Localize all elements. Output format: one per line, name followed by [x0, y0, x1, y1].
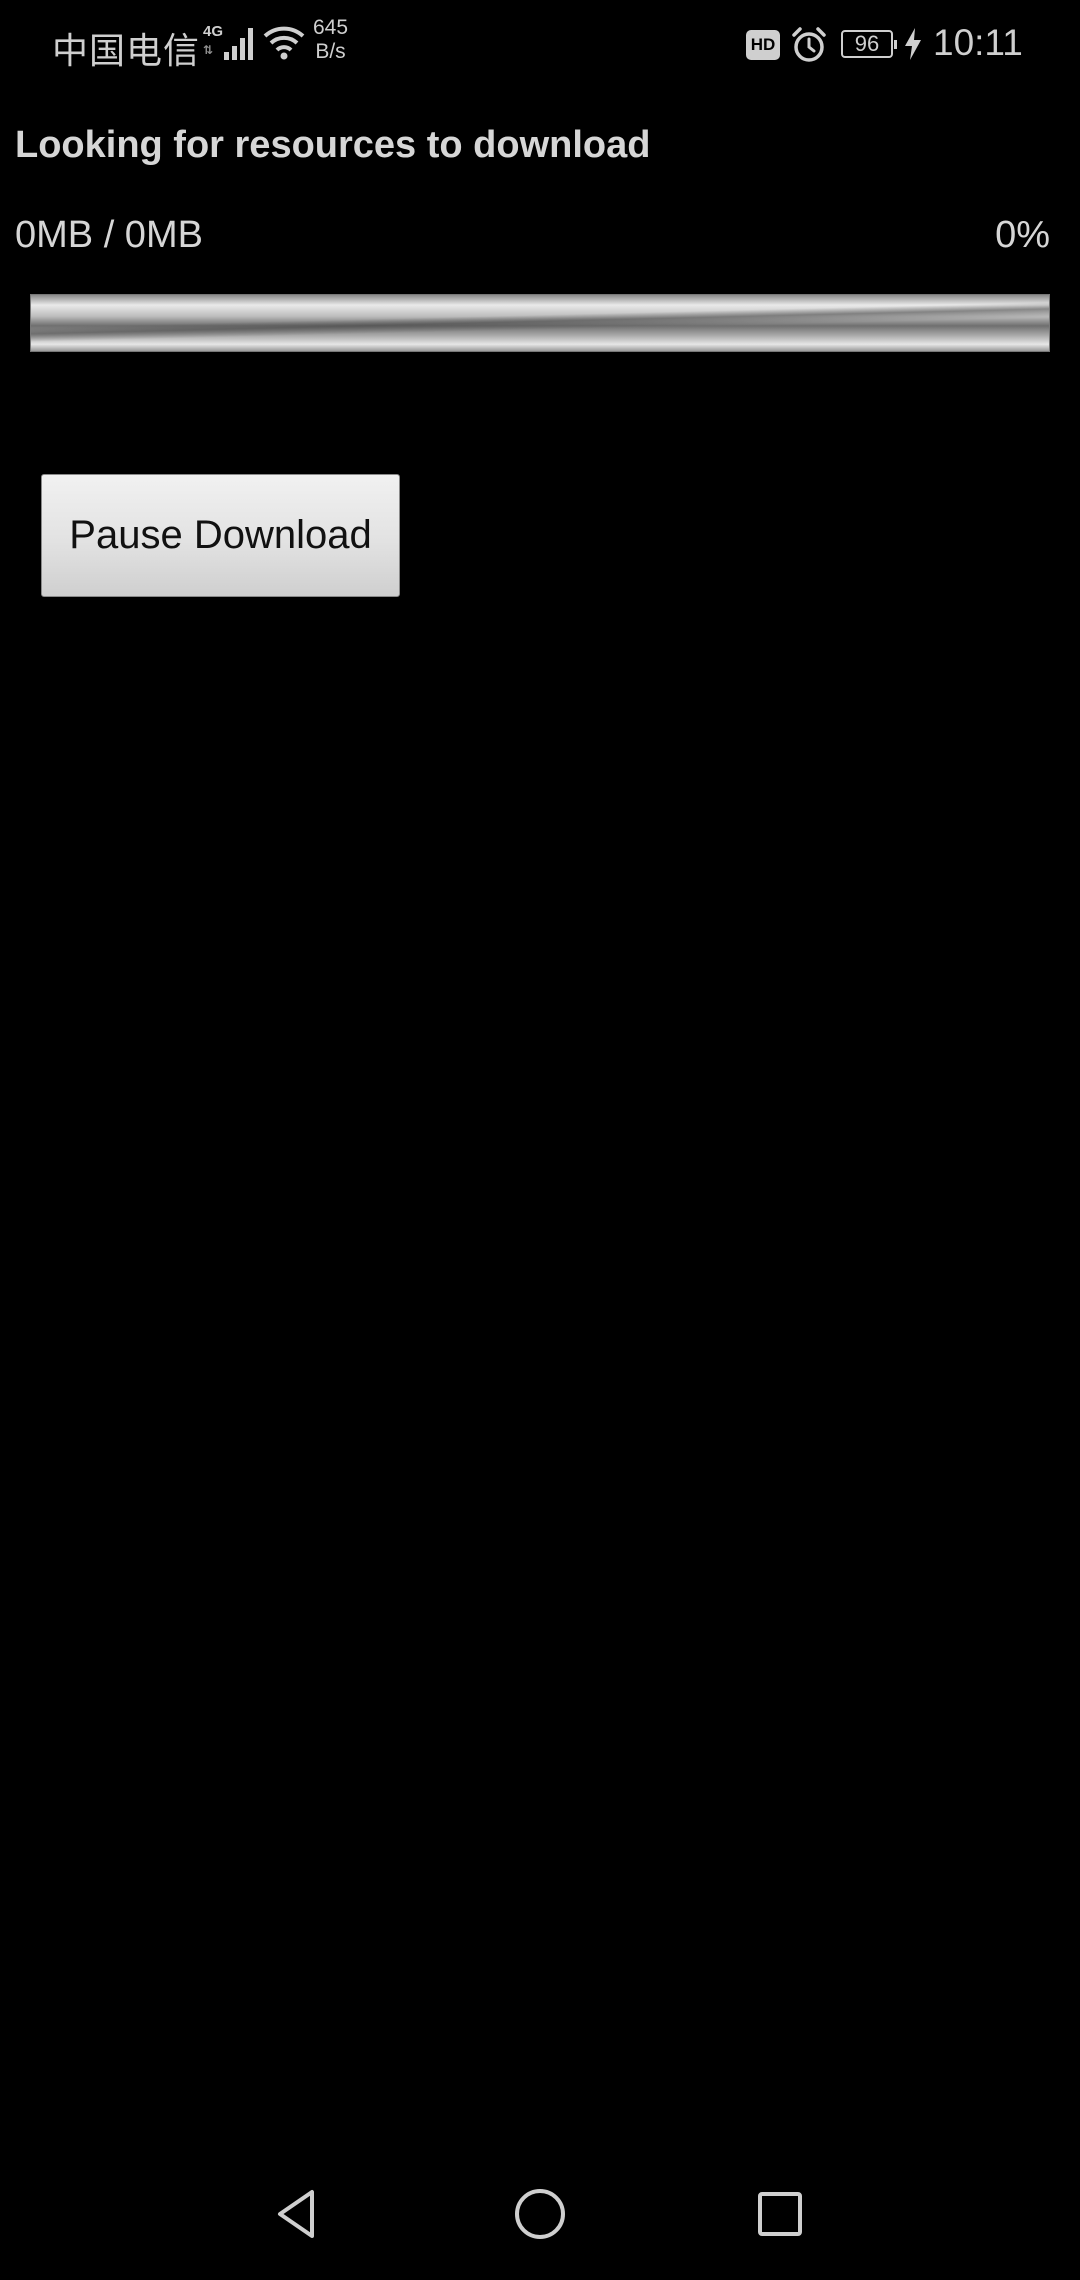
clock: 10:11: [933, 22, 1023, 63]
pause-download-button[interactable]: Pause Download: [41, 474, 400, 597]
hd-badge: HD: [746, 30, 780, 60]
network-type-indicator: 4G ⇅: [203, 24, 223, 58]
signal-icon: [222, 22, 256, 67]
status-bar: 中国电信 4G ⇅ 645 B/s HD 96 10:11: [0, 0, 1080, 96]
carrier-name: 中国电信: [52, 31, 201, 72]
download-percent-text: 0%: [995, 214, 1050, 256]
download-progress-bar: [30, 294, 1050, 352]
network-type: 4G: [203, 23, 224, 40]
home-icon[interactable]: [508, 2182, 572, 2246]
download-size-text: 0MB / 0MB: [15, 214, 203, 256]
navigation-bar: [0, 2160, 1080, 2280]
network-speed-value: 645: [313, 16, 349, 39]
data-activity-icon: ⇅: [203, 43, 214, 57]
network-speed-unit: B/s: [315, 40, 346, 63]
wifi-icon: [262, 22, 306, 67]
charging-icon: [902, 26, 924, 67]
network-speed: 645 B/s: [313, 16, 348, 64]
back-icon[interactable]: [268, 2182, 332, 2246]
alarm-icon: [790, 26, 828, 69]
page-title: Looking for resources to download: [15, 124, 651, 166]
battery-icon: 96: [841, 30, 897, 58]
recents-icon[interactable]: [748, 2182, 812, 2246]
